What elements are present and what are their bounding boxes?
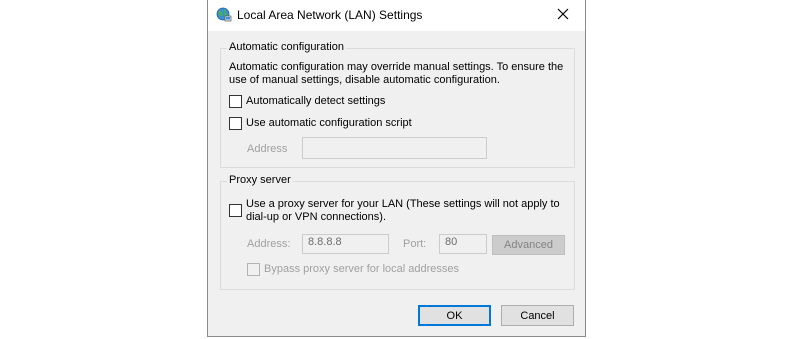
use-proxy-label[interactable]: Use a proxy server for your LAN (These s…	[246, 198, 568, 224]
script-address-input[interactable]	[302, 137, 487, 159]
auto-script-checkbox[interactable]	[229, 117, 242, 130]
lan-settings-dialog: Local Area Network (LAN) Settings Automa…	[207, 0, 586, 337]
auto-config-description: Automatic configuration may override man…	[229, 61, 564, 86]
proxy-port-input[interactable]: 80	[439, 234, 487, 254]
title-bar: Local Area Network (LAN) Settings	[208, 0, 585, 31]
advanced-button[interactable]: Advanced	[492, 235, 565, 255]
use-proxy-checkbox[interactable]	[229, 204, 242, 217]
cancel-button[interactable]: Cancel	[501, 305, 574, 326]
auto-script-label[interactable]: Use automatic configuration script	[246, 117, 412, 130]
ok-button[interactable]: OK	[418, 305, 491, 326]
proxy-address-label: Address:	[247, 238, 291, 250]
script-address-label: Address	[247, 143, 288, 155]
auto-script-row[interactable]: Use automatic configuration script	[229, 117, 412, 130]
auto-detect-row[interactable]: Automatically detect settings	[229, 95, 385, 108]
auto-detect-checkbox[interactable]	[229, 95, 242, 108]
bypass-row[interactable]: Bypass proxy server for local addresses	[247, 263, 459, 276]
use-proxy-row[interactable]: Use a proxy server for your LAN (These s…	[229, 198, 569, 224]
proxy-port-label: Port:	[403, 238, 427, 250]
close-button[interactable]	[540, 0, 585, 31]
globe-network-icon	[216, 7, 232, 23]
group-caption-proxy: Proxy server	[227, 174, 293, 186]
automatic-configuration-group: Automatic configuration Automatic config…	[220, 41, 575, 168]
bypass-label[interactable]: Bypass proxy server for local addresses	[264, 263, 459, 276]
window-title: Local Area Network (LAN) Settings	[237, 8, 423, 22]
bypass-checkbox[interactable]	[247, 263, 260, 276]
proxy-server-group: Proxy server Use a proxy server for your…	[220, 174, 575, 290]
auto-detect-label[interactable]: Automatically detect settings	[246, 95, 385, 108]
close-icon	[557, 8, 569, 23]
group-caption-automatic: Automatic configuration	[227, 41, 346, 53]
proxy-address-input[interactable]: 8.8.8.8	[302, 234, 389, 254]
